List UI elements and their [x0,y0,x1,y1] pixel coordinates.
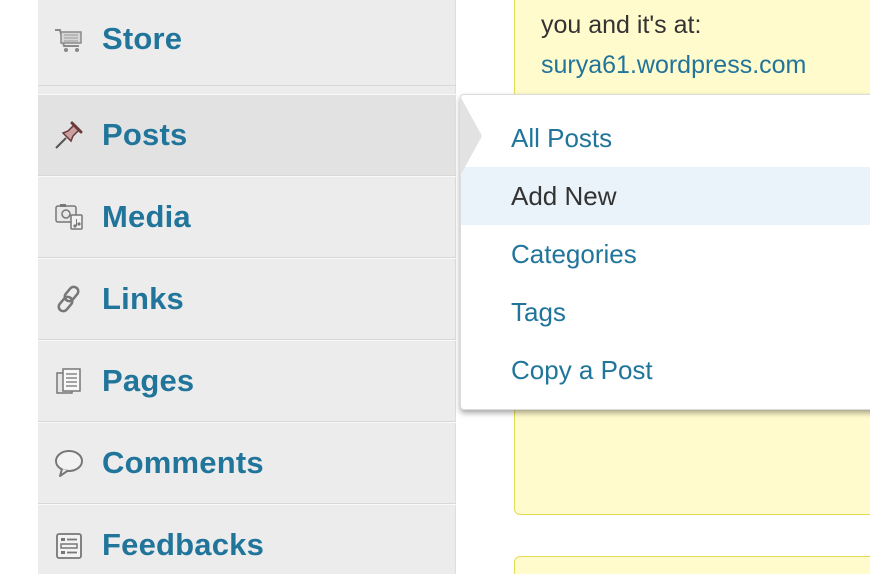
chain-link-icon [52,282,86,316]
sidebar-item-label: Store [102,20,183,56]
sidebar-item-comments[interactable]: Comments [38,422,456,504]
feedback-icon [52,528,86,562]
admin-sidebar: Store Posts Media Links Pages Comments F… [38,0,456,574]
sidebar-item-store[interactable]: Store [38,0,456,86]
submenu-item-tags[interactable]: Tags [461,283,870,341]
submenu-item-all-posts[interactable]: All Posts [461,109,870,167]
sidebar-item-posts[interactable]: Posts [38,94,456,176]
submenu-item-copy-a-post[interactable]: Copy a Post [461,341,870,399]
sidebar-item-links[interactable]: Links [38,258,456,340]
pages-icon [52,364,86,398]
posts-submenu: All Posts Add New Categories Tags Copy a… [460,94,870,410]
submenu-pointer [460,96,482,176]
sidebar-item-label: Media [102,198,191,234]
sidebar-item-label: Pages [102,362,195,398]
sidebar-item-label: Links [102,280,184,316]
media-icon [52,200,86,234]
notice-text: you and it's at: [541,11,702,39]
cart-icon [52,23,86,57]
sidebar-item-label: Posts [102,116,188,152]
sidebar-item-feedbacks[interactable]: Feedbacks [38,504,456,574]
sidebar-item-pages[interactable]: Pages [38,340,456,422]
sidebar-item-label: Comments [102,444,264,480]
submenu-item-categories[interactable]: Categories [461,225,870,283]
sidebar-item-label: Feedbacks [102,527,265,562]
sidebar-item-media[interactable]: Media [38,176,456,258]
notice-box-secondary [514,556,870,574]
speech-bubble-icon [52,446,86,480]
pushpin-icon [52,118,86,152]
submenu-item-add-new[interactable]: Add New [461,167,870,225]
site-link[interactable]: surya61.wordpress.com [541,51,806,80]
wp-admin-screen: you and it's at: surya61.wordpress.com S… [0,0,870,574]
